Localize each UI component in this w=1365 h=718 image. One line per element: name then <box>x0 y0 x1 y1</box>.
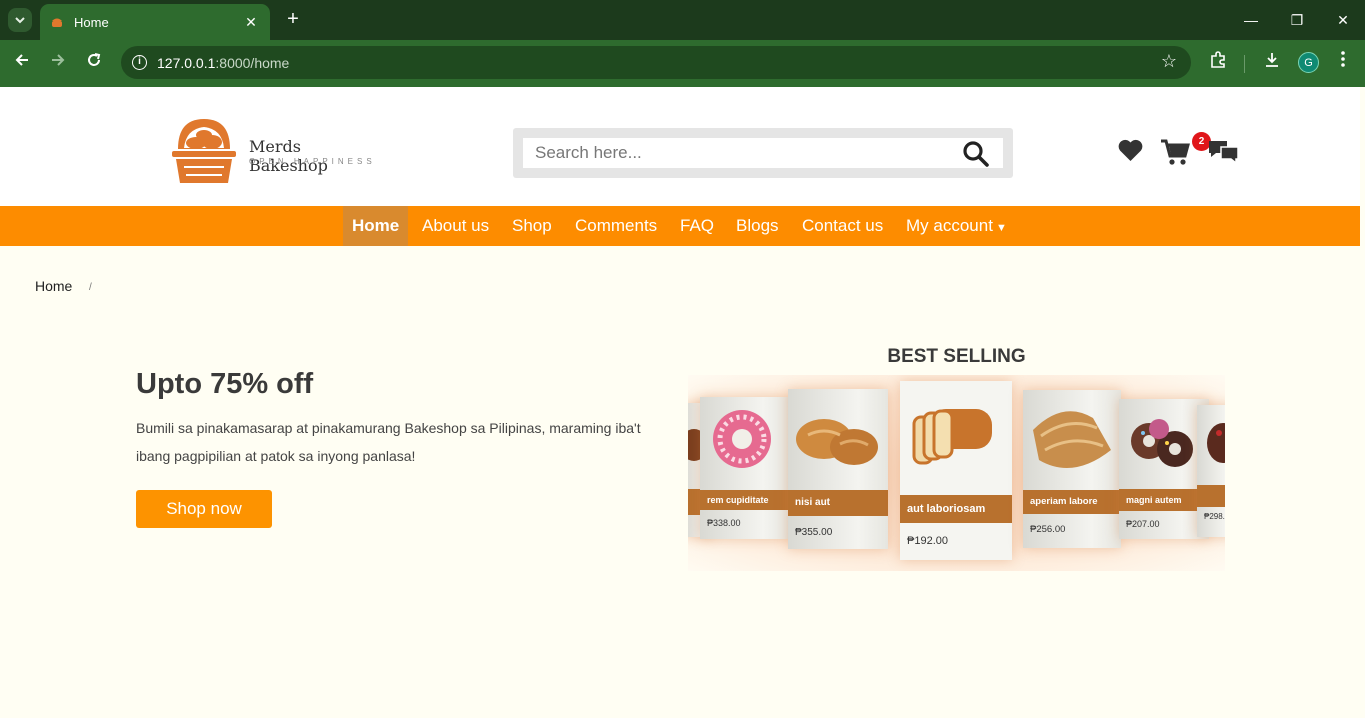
product-price: ₱256.00 <box>1030 524 1066 535</box>
browser-toolbar: i 127.0.0.1:8000/home ☆ G <box>0 40 1365 87</box>
site-logo[interactable]: Merds Bakeshop OPEN HAPPINESS <box>170 115 380 187</box>
product-price: ₱192.00 <box>907 535 948 547</box>
nav-faq[interactable]: FAQ <box>671 206 723 246</box>
product-name: aperiam labore <box>1023 490 1121 514</box>
product-price: ₱355.00 <box>795 527 833 538</box>
address-bar[interactable]: i 127.0.0.1:8000/home ☆ <box>121 46 1191 79</box>
nav-blogs[interactable]: Blogs <box>727 206 788 246</box>
browser-tab-strip: Home ✕ + — ❐ ✕ <box>0 0 1365 40</box>
product-card[interactable]: ₱298.00 <box>1197 405 1225 537</box>
product-name: rem cupiditate <box>700 490 790 510</box>
url-text[interactable]: 127.0.0.1:8000/home <box>157 55 289 71</box>
hero-description: Bumili sa pinakamasarap at pinakamurang … <box>136 420 641 464</box>
nav-my-account-label: My account <box>906 216 993 235</box>
tab-title: Home <box>74 14 109 30</box>
main-navigation: Home About us Shop Comments FAQ Blogs Co… <box>0 206 1360 246</box>
pink-donut-image <box>713 410 771 468</box>
forward-button[interactable] <box>46 51 70 75</box>
product-card[interactable]: rem cupiditate ₱338.00 <box>700 397 790 539</box>
arrow-left-icon <box>15 54 28 66</box>
search-input[interactable] <box>523 138 1003 168</box>
product-name: nisi aut <box>788 490 888 516</box>
brand-name: Merds Bakeshop <box>249 137 328 175</box>
nav-comments[interactable]: Comments <box>566 206 666 246</box>
minimize-button[interactable]: — <box>1236 8 1266 32</box>
arrow-right-icon <box>52 54 65 66</box>
browser-menu-button[interactable] <box>1331 51 1355 75</box>
caret-down-icon: ▼ <box>995 222 1007 234</box>
tab-search-button[interactable] <box>8 8 32 32</box>
breadcrumb-separator: / <box>89 282 92 293</box>
product-name: aut laboriosam <box>900 495 1012 523</box>
close-tab-icon[interactable]: ✕ <box>242 14 260 31</box>
profile-avatar[interactable]: G <box>1298 52 1319 73</box>
more-vertical-icon <box>1341 51 1345 67</box>
site-header: Merds Bakeshop OPEN HAPPINESS 2 <box>0 87 1360 206</box>
new-tab-button[interactable]: + <box>282 8 304 32</box>
shop-now-button[interactable]: Shop now <box>136 490 272 528</box>
nav-home[interactable]: Home <box>343 206 409 246</box>
chocolate-donuts-image <box>1131 419 1193 467</box>
nav-contact-us[interactable]: Contact us <box>793 206 892 246</box>
bookmark-star-icon[interactable]: ☆ <box>1161 51 1177 72</box>
breadcrumb-home[interactable]: Home <box>35 278 72 294</box>
hero-title: Upto 75% off <box>136 368 314 400</box>
bakeshop-favicon-icon <box>52 18 62 27</box>
chevron-down-icon <box>15 16 25 23</box>
wishlist-heart-icon[interactable] <box>1117 138 1144 163</box>
product-card[interactable]: aperiam labore ₱256.00 <box>1023 390 1121 548</box>
product-card[interactable]: magni autem ₱207.00 <box>1119 399 1209 539</box>
extensions-button[interactable] <box>1206 51 1230 75</box>
reload-icon <box>88 53 101 66</box>
best-selling-title: BEST SELLING <box>887 346 1026 367</box>
downloads-button[interactable] <box>1260 51 1284 75</box>
puzzle-icon <box>1211 51 1225 68</box>
bread-basket-logo-icon <box>172 119 236 183</box>
close-window-button[interactable]: ✕ <box>1328 8 1358 32</box>
product-price: ₱298.00 <box>1204 512 1225 521</box>
reload-button[interactable] <box>82 51 106 75</box>
search-icon[interactable] <box>962 140 990 168</box>
product-card[interactable]: aut laboriosam ₱192.00 <box>900 381 1012 560</box>
sliced-loaf-image <box>912 409 992 465</box>
product-name: magni autem <box>1119 489 1209 511</box>
chocolate-cake-image <box>1207 423 1225 463</box>
browser-tab-home[interactable]: Home ✕ <box>40 4 270 40</box>
product-label-strip <box>1197 485 1225 507</box>
back-button[interactable] <box>10 51 34 75</box>
nav-my-account[interactable]: My account ▼ <box>897 206 1016 246</box>
product-price: ₱207.00 <box>1126 519 1160 529</box>
cart-icon[interactable] <box>1160 138 1190 166</box>
site-info-icon[interactable]: i <box>132 55 147 70</box>
brand-tagline: OPEN HAPPINESS <box>249 157 376 166</box>
product-card[interactable]: nisi aut ₱355.00 <box>788 389 888 549</box>
puff-pastry-image <box>1033 411 1111 468</box>
search-bar <box>513 128 1013 178</box>
nav-shop[interactable]: Shop <box>503 206 561 246</box>
best-selling-carousel[interactable]: rem cupiditate ₱338.00 nisi aut ₱355.00 … <box>688 375 1225 571</box>
bread-rolls-image <box>796 419 878 465</box>
nav-about-us[interactable]: About us <box>413 206 498 246</box>
chat-messages-icon[interactable] <box>1207 138 1240 165</box>
product-price: ₱338.00 <box>707 518 741 528</box>
toolbar-divider <box>1244 55 1245 73</box>
restore-button[interactable]: ❐ <box>1282 8 1312 32</box>
download-icon <box>1266 53 1278 67</box>
